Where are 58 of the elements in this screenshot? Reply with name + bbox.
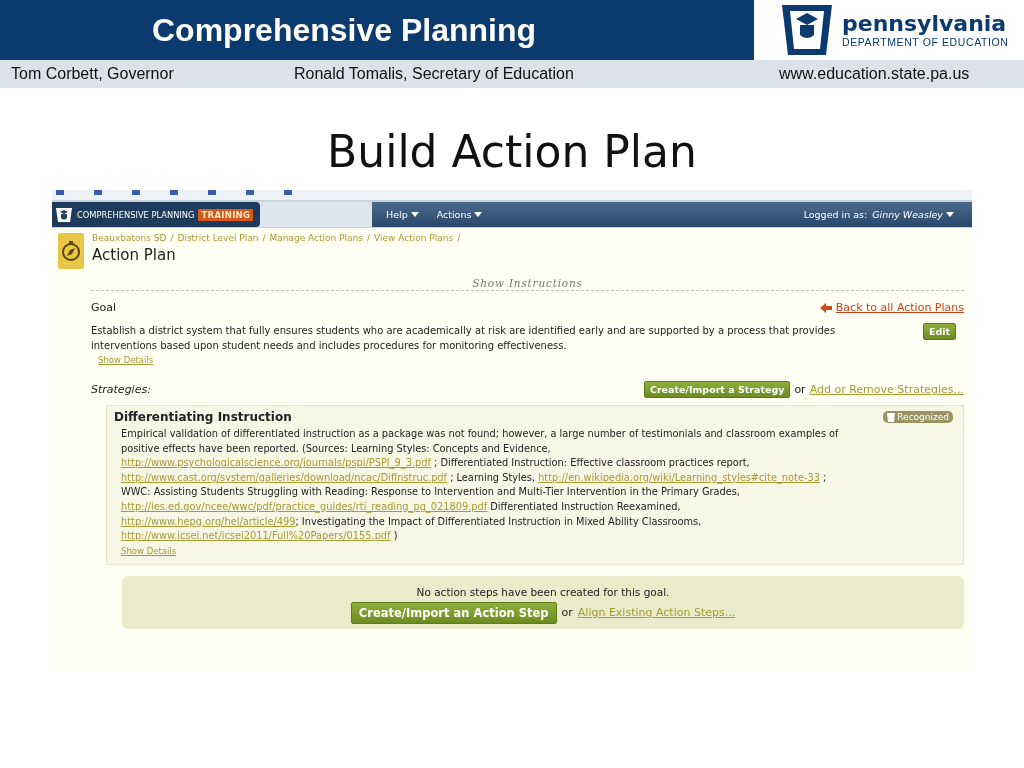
toolbar-icon[interactable]	[132, 190, 140, 195]
goal-text: Establish a district system that fully ensures students who are academically at risk are identified early and are supported by a process that provides interventions based upon student needs and includes procedures for monitoring effectiveness.	[91, 324, 837, 353]
toolbar-icon[interactable]	[170, 190, 178, 195]
toolbar-icon[interactable]	[246, 190, 254, 195]
show-details-link[interactable]: Show Details	[98, 355, 154, 365]
or-text: or	[794, 383, 806, 396]
toolbar-icon[interactable]	[56, 190, 64, 195]
breadcrumb-link[interactable]: Beauxbatons SD	[92, 233, 167, 243]
show-instructions-link[interactable]: Show Instructions	[472, 277, 583, 289]
goal-label: Goal	[91, 301, 117, 314]
or-text: or	[561, 606, 573, 620]
toolbar-icon[interactable]	[284, 190, 292, 195]
create-strategy-button[interactable]: Create/Import a Strategy	[643, 381, 791, 398]
breadcrumb-separator: /	[366, 233, 370, 243]
subheader-text: Tom Corbett, Governor	[11, 65, 175, 83]
caret-icon	[474, 212, 483, 217]
add-remove-strategies-link[interactable]: Add or Remove Strategies...	[809, 383, 964, 396]
left-arrow-icon	[819, 302, 832, 313]
strategy-description: Empirical validation of differentiated instruction as a package was not found; however, a large number of testimonials and classroom examples of positive effects have been reported. (Sources: Learning Styles: Concepts and Evidence, http://www.psychologicalscience.org/journals/pspi/PSPI_9_3.pdf ; Differentiated Instruction: Effective classroom practices report, http://www.cast.org/system/galleries/download/ncac/DifInstruc.pdf ; Learning Styles, http://en.wikipedia.org/wiki/Learning_styles#cite_note-33 ; WWC: Assisting Students Struggling with Reading: Response to Intervention and Multi-Tier Intervention in the Primary Grades, http://ies.ed.gov/ncee/wwc/pdf/practice_guides/rti_reading_pg_021809.pdf Differentiated Instruction Reexamined, http://www.hepg.org/hel/article/499; Investigating the Impact of Differentiated Instruction in Mixed Ability Classrooms, http://www.icsei.net/icsei2011/Full%20Papers/0155.pdf )	[121, 427, 840, 544]
user-menu[interactable]: Logged in as: Ginny Weasley	[803, 209, 954, 220]
subheader-text: Ronald Tomalis, Secretary of Education	[294, 65, 575, 83]
breadcrumb-link[interactable]: District Level Plan	[177, 233, 259, 243]
edit-button[interactable]: Edit	[922, 323, 956, 340]
source-link[interactable]: http://en.wikipedia.org/wiki/Learning_styles#cite_note-33	[538, 471, 820, 483]
breadcrumb-link[interactable]: View Action Plans	[374, 233, 454, 243]
show-details-link[interactable]: Show Details	[121, 545, 177, 556]
subheader-text: www.education.state.pa.us	[779, 65, 970, 83]
training-badge: TRAINING	[198, 208, 254, 221]
keystone-icon	[887, 412, 896, 422]
back-link[interactable]: Back to all Action Plans	[819, 301, 964, 314]
menu-button[interactable]: Actions	[436, 209, 483, 220]
recognized-badge: Recognized	[883, 411, 953, 423]
no-action-steps-message: No action steps have been created for this goal.	[416, 585, 670, 598]
app-brand-name: COMPREHENSIVE PLANNING	[77, 209, 195, 220]
slide-header-title: Comprehensive Planning	[0, 0, 754, 60]
source-link[interactable]: http://www.cast.org/system/galleries/download/ncac/DifInstruc.pdf	[121, 471, 448, 483]
page-title: Action Plan	[92, 246, 177, 264]
align-action-steps-link[interactable]: Align Existing Action Steps...	[577, 606, 736, 620]
breadcrumb-separator: /	[170, 233, 174, 243]
source-link[interactable]: http://www.psychologicalscience.org/journals/pspi/PSPI_9_3.pdf	[121, 457, 431, 469]
create-action-step-button[interactable]: Create/Import an Action Step	[350, 601, 557, 624]
breadcrumb-link[interactable]: Manage Action Plans	[269, 233, 363, 243]
breadcrumb-separator: /	[262, 233, 266, 243]
breadcrumb-separator: /	[457, 233, 461, 243]
source-link[interactable]: http://www.icsei.net/icsei2011/Full%20Papers/0155.pdf	[121, 530, 391, 542]
source-link[interactable]: http://ies.ed.gov/ncee/wwc/pdf/practice_guides/rti_reading_pg_021809.pdf	[121, 500, 488, 512]
slide-title: Build Action Plan	[326, 125, 698, 179]
caret-icon	[946, 212, 954, 217]
strategy-title: Differentiating Instruction	[114, 410, 292, 424]
keystone-icon	[55, 206, 73, 223]
toolbar-icon[interactable]	[94, 190, 102, 195]
logo-subtitle: DEPARTMENT OF EDUCATION	[842, 36, 1009, 48]
menu-button[interactable]: Help	[386, 209, 419, 220]
toolbar-icon[interactable]	[208, 190, 216, 195]
compass-icon	[58, 233, 84, 269]
logo-name: pennsylvania	[842, 12, 1008, 36]
strategies-label: Strategies:	[91, 383, 151, 396]
caret-icon	[410, 212, 419, 217]
